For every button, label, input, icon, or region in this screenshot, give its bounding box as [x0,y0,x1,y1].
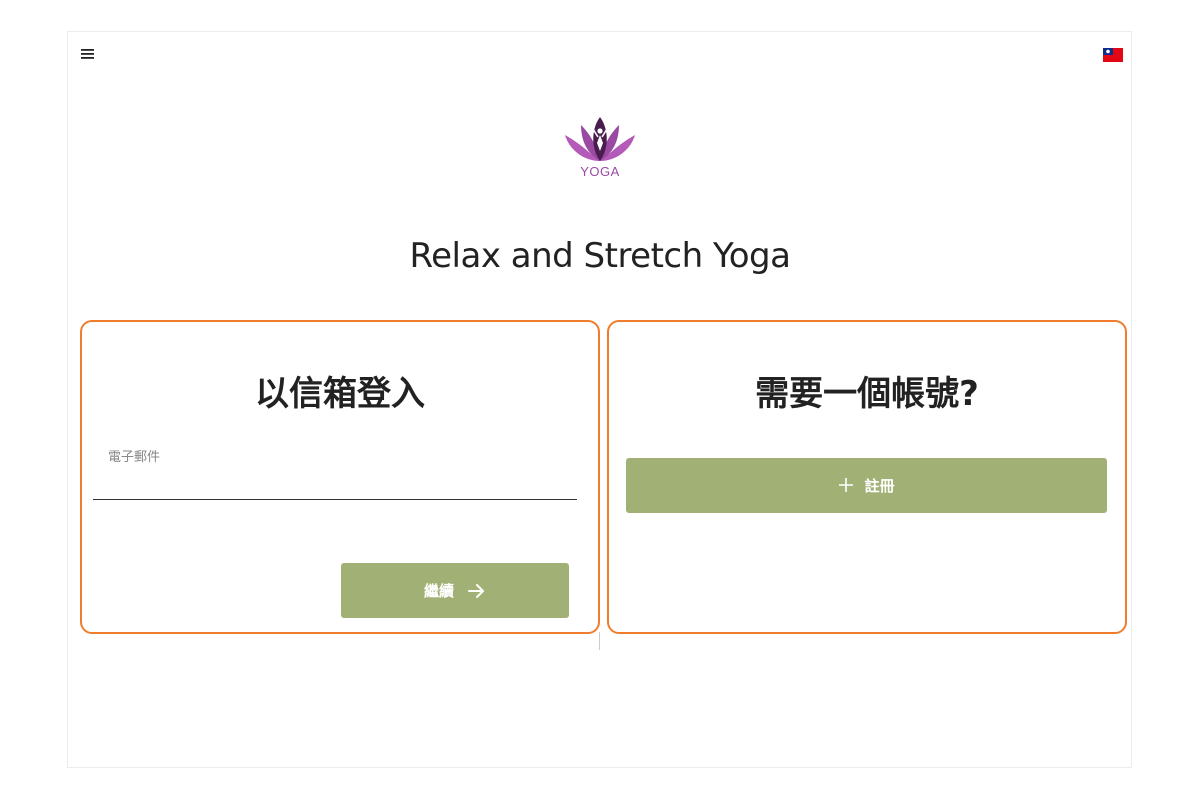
taiwan-flag-icon[interactable] [1103,47,1123,62]
hamburger-menu-icon[interactable] [80,46,96,62]
register-button-label: 註冊 [864,477,895,495]
email-field[interactable] [93,462,577,500]
arrow-right-icon [468,581,486,601]
signup-card: 需要一個帳號? 註冊 [607,320,1127,634]
signup-card-title: 需要一個帳號? [755,374,979,414]
site-title: Relax and Stretch Yoga [409,236,791,276]
continue-button[interactable]: 繼續 [341,563,569,618]
login-card: 以信箱登入 電子郵件 繼續 [80,320,600,634]
logo-text: YOGA [580,164,620,179]
plus-icon [838,476,854,496]
continue-button-label: 繼續 [423,582,454,600]
login-card-title: 以信箱登入 [255,374,425,414]
card-divider [599,632,600,650]
register-button[interactable]: 註冊 [626,458,1107,513]
